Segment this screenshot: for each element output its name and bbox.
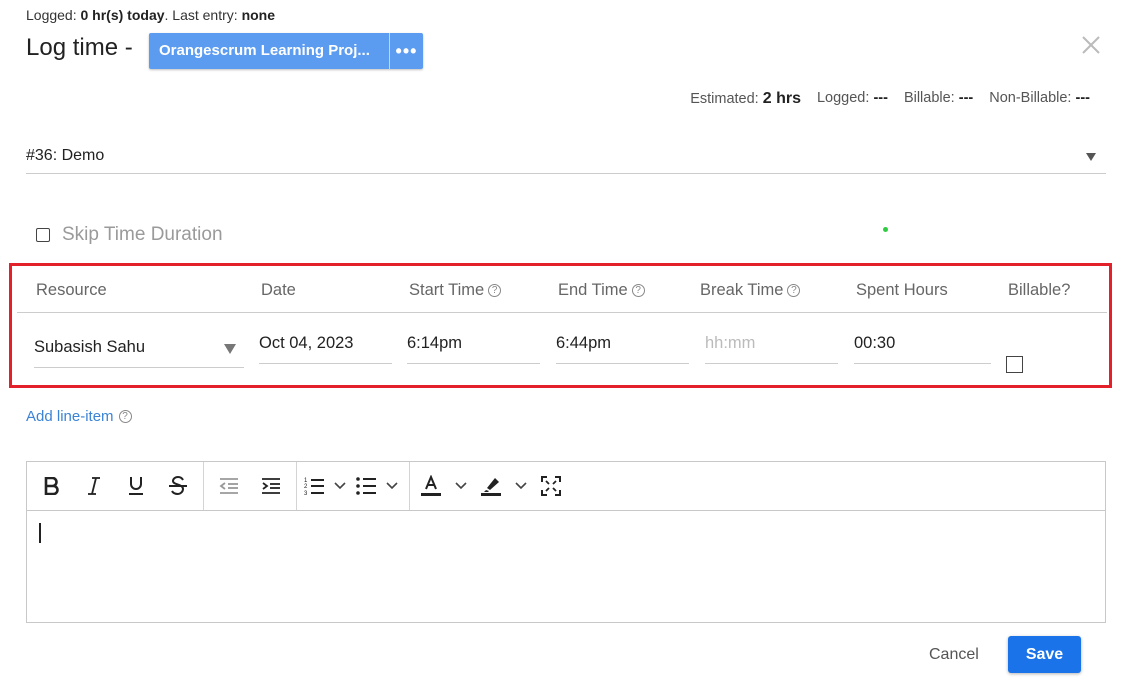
ordered-list-chevron-down-icon[interactable] <box>327 470 353 502</box>
ordered-list-icon[interactable]: 123 <box>301 470 327 502</box>
end-time-input[interactable]: 6:44pm <box>556 318 689 364</box>
more-options-button[interactable]: ••• <box>389 33 423 69</box>
help-icon[interactable]: ? <box>118 410 132 423</box>
save-button[interactable]: Save <box>1008 636 1081 673</box>
header-billable: Billable? <box>1008 281 1071 299</box>
highlight-chevron-down-icon[interactable] <box>508 470 534 502</box>
format-group <box>27 462 204 510</box>
bullet-list-chevron-down-icon[interactable] <box>379 470 405 502</box>
underline-icon[interactable] <box>115 470 157 502</box>
dropdown-arrow-icon <box>224 344 236 354</box>
header-date: Date <box>261 281 296 299</box>
outdent-icon[interactable] <box>208 470 250 502</box>
highlight-icon[interactable] <box>474 470 508 502</box>
header-break-time: Break Time? <box>700 281 801 300</box>
nonbillable-stat: Non-Billable: --- <box>989 90 1090 106</box>
close-icon[interactable] <box>1080 34 1102 56</box>
header-end-time: End Time? <box>558 281 645 300</box>
editor-content-area[interactable] <box>27 511 1105 623</box>
text-color-chevron-down-icon[interactable] <box>448 470 474 502</box>
fullscreen-icon[interactable] <box>534 470 568 502</box>
skip-time-duration[interactable]: Skip Time Duration <box>36 224 223 246</box>
header-resource: Resource <box>36 281 107 299</box>
skip-time-checkbox[interactable] <box>36 228 50 242</box>
text-color-icon[interactable] <box>414 470 448 502</box>
task-select[interactable]: #36: Demo <box>26 137 1106 174</box>
color-group <box>410 462 572 510</box>
page-title: Log time - <box>26 34 133 61</box>
time-stats: Estimated: 2 hrs Logged: --- Billable: -… <box>690 90 1090 108</box>
add-line-item-link[interactable]: Add line-item ? <box>26 408 132 425</box>
dropdown-caret-icon <box>1086 153 1096 161</box>
indent-group <box>204 462 297 510</box>
header-start-time: Start Time? <box>409 281 502 300</box>
strikethrough-icon[interactable] <box>157 470 199 502</box>
project-name-button[interactable]: Orangescrum Learning Proj... <box>149 33 389 69</box>
editor-toolbar: 123 <box>27 462 1105 511</box>
billable-stat: Billable: --- <box>903 90 974 106</box>
logged-summary: Logged: 0 hr(s) today. Last entry: none <box>26 7 276 23</box>
bullet-list-icon[interactable] <box>353 470 379 502</box>
text-cursor <box>39 523 41 543</box>
skip-time-label: Skip Time Duration <box>62 224 223 245</box>
break-time-input[interactable]: hh:mm <box>705 318 838 364</box>
project-selector[interactable]: Orangescrum Learning Proj... ••• <box>149 33 423 69</box>
italic-icon[interactable] <box>73 470 115 502</box>
start-time-input[interactable]: 6:14pm <box>407 318 540 364</box>
indent-icon[interactable] <box>250 470 292 502</box>
status-dot <box>883 227 888 232</box>
header-spent-hours: Spent Hours <box>856 281 948 299</box>
help-icon[interactable]: ? <box>787 284 801 297</box>
task-select-value: #36: Demo <box>26 147 105 164</box>
header-divider <box>17 312 1107 313</box>
help-icon[interactable]: ? <box>631 284 645 297</box>
date-input[interactable]: Oct 04, 2023 <box>259 318 392 364</box>
logged-stat: Logged: --- <box>816 90 888 106</box>
bold-icon[interactable] <box>31 470 73 502</box>
svg-text:3: 3 <box>304 491 308 496</box>
spent-hours-input[interactable]: 00:30 <box>854 318 991 364</box>
description-editor: 123 <box>26 461 1106 623</box>
cancel-button[interactable]: Cancel <box>929 646 979 664</box>
estimated-stat: Estimated: 2 hrs <box>690 90 801 107</box>
billable-checkbox[interactable] <box>1006 356 1023 373</box>
list-group: 123 <box>297 462 410 510</box>
resource-select[interactable]: Subasish Sahu <box>34 322 244 368</box>
help-icon[interactable]: ? <box>488 284 502 297</box>
svg-text:2: 2 <box>304 484 308 490</box>
